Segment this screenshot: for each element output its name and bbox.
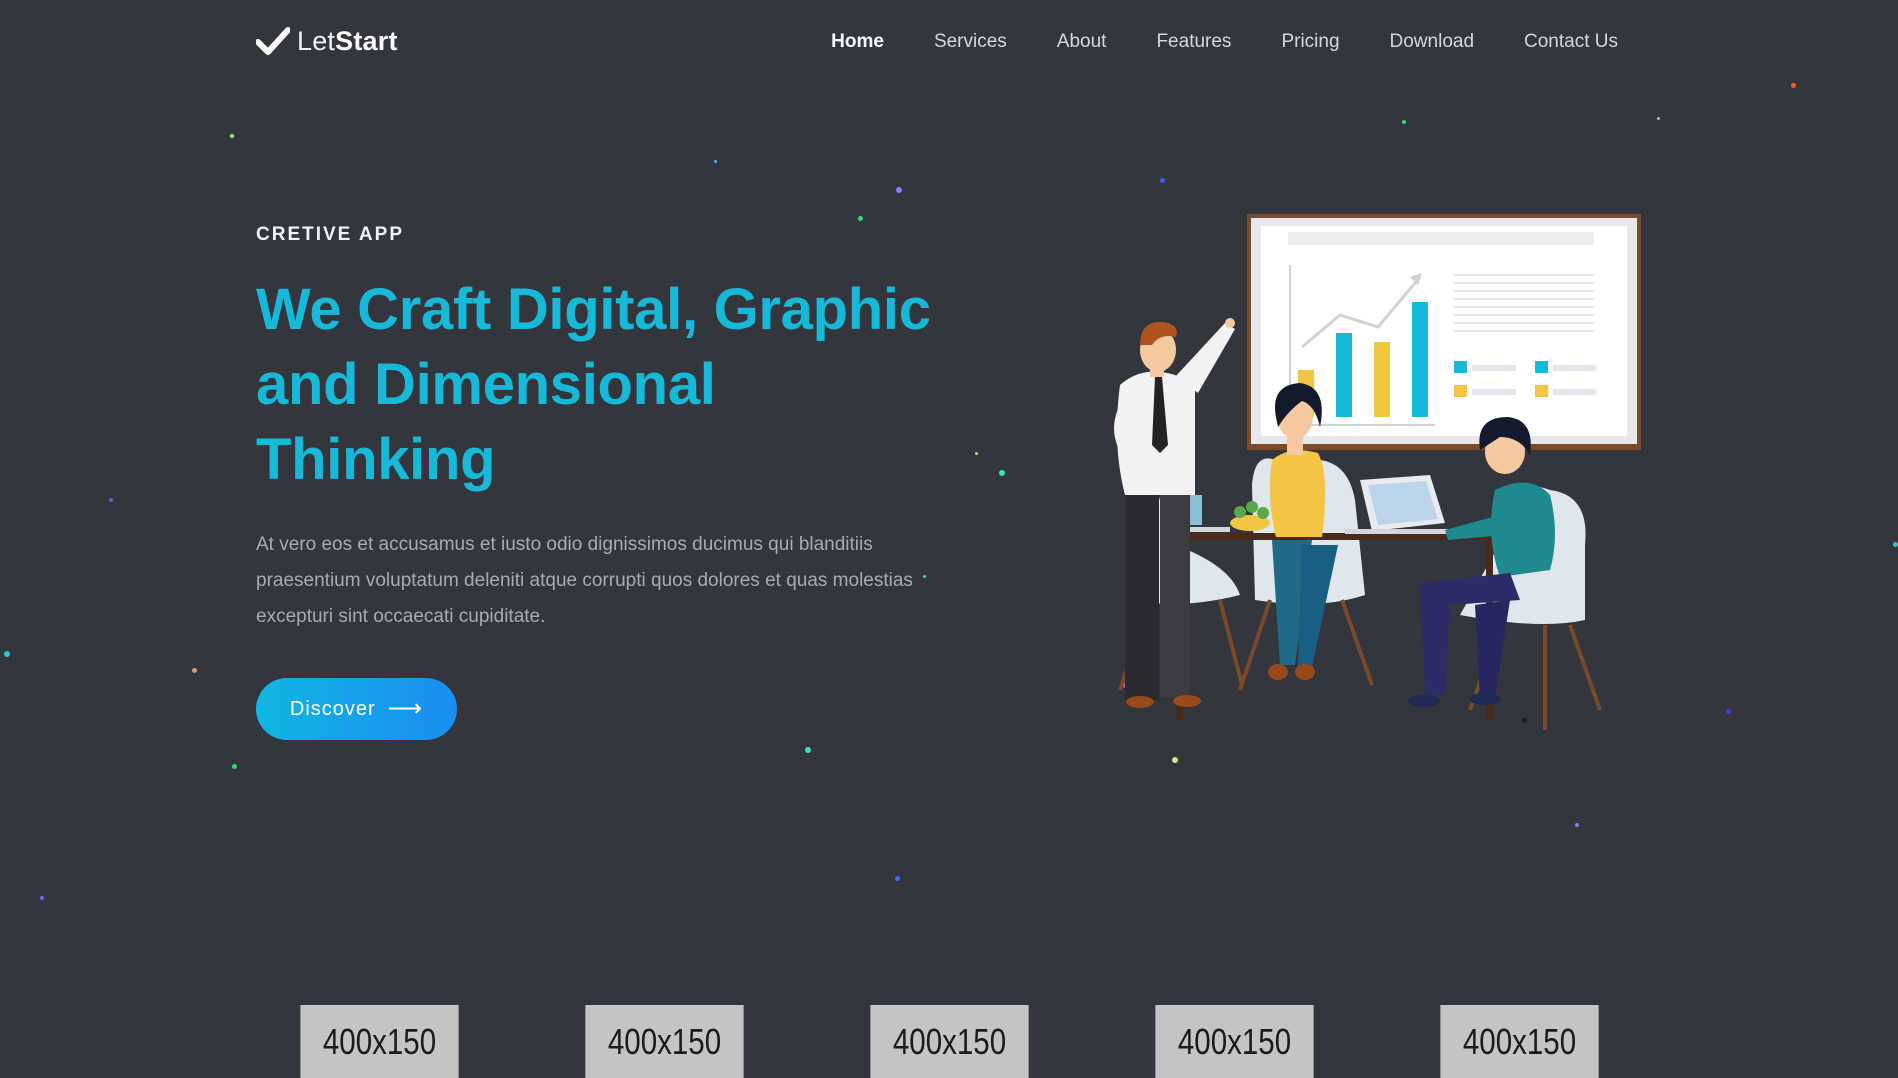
- particle-dot: [858, 216, 863, 221]
- main-nav: Home Services About Features Pricing Dow…: [781, 31, 1618, 53]
- client-logo-placeholder: 400x150: [870, 1005, 1029, 1078]
- client-logo-placeholder: 400x150: [1155, 1005, 1314, 1078]
- particle-dot: [109, 498, 113, 502]
- arrow-right-icon: ⟶: [387, 695, 424, 722]
- hero-description: At vero eos et accusamus et iusto odio d…: [256, 534, 913, 627]
- client-logo-placeholder: 400x150: [1440, 1005, 1599, 1078]
- particle-dot: [4, 651, 10, 657]
- particle-dot: [230, 134, 234, 138]
- nav-features[interactable]: Features: [1156, 31, 1231, 53]
- particle-dot: [232, 764, 237, 769]
- man-laptop-figure: [1408, 417, 1555, 707]
- meeting-illustration: [1114, 214, 1641, 730]
- particle-dot: [714, 160, 717, 163]
- nav-about[interactable]: About: [1057, 31, 1107, 53]
- particle-dot: [999, 470, 1005, 476]
- nav-contact-us[interactable]: Contact Us: [1524, 31, 1618, 53]
- particle-dot: [192, 668, 197, 673]
- discover-button-label: Discover: [289, 697, 376, 720]
- particle-dot: [1657, 117, 1660, 120]
- hero-illustration: [1080, 205, 1650, 735]
- nav-services[interactable]: Services: [934, 31, 1007, 53]
- client-logos-strip: 400x150 400x150 400x150 400x150 400x150: [283, 1005, 1616, 1078]
- hero-eyebrow: CRETIVE APP: [256, 224, 404, 245]
- brand-name: LetStart: [297, 26, 398, 57]
- particle-dot: [896, 187, 902, 193]
- particle-dot: [895, 876, 900, 881]
- brand-name-light: Let: [297, 26, 336, 56]
- client-logo-placeholder: 400x150: [300, 1005, 459, 1078]
- particle-dot: [1172, 757, 1178, 763]
- discover-button[interactable]: Discover ⟶: [256, 678, 457, 740]
- hero-headline-line-2: and Dimensional: [256, 352, 716, 417]
- particle-dot: [40, 896, 44, 900]
- presenter-figure: [1114, 318, 1235, 708]
- nav-download[interactable]: Download: [1390, 31, 1475, 53]
- hero-headline: We Craft Digital, Graphic and Dimensiona…: [256, 272, 976, 497]
- checkmark-icon: [256, 26, 290, 55]
- client-logo-placeholder: 400x150: [585, 1005, 744, 1078]
- particle-dot: [1726, 709, 1731, 714]
- particle-dot: [805, 747, 811, 753]
- top-navbar: LetStart Home Services About Features Pr…: [0, 0, 1898, 90]
- hero-section: CRETIVE APP We Craft Digital, Graphic an…: [256, 224, 976, 740]
- brand-logo[interactable]: LetStart: [256, 26, 398, 57]
- laptop-image: [1345, 475, 1455, 534]
- particle-dot: [1893, 542, 1898, 547]
- particle-dot: [1402, 120, 1406, 124]
- hero-headline-line-3: Thinking: [256, 427, 496, 492]
- nav-home[interactable]: Home: [831, 31, 884, 53]
- particle-dot: [1160, 178, 1165, 183]
- hero-headline-line-1: We Craft Digital, Graphic: [256, 277, 931, 342]
- brand-name-bold: Start: [335, 26, 398, 56]
- particle-dot: [1575, 823, 1579, 827]
- nav-pricing[interactable]: Pricing: [1281, 31, 1339, 53]
